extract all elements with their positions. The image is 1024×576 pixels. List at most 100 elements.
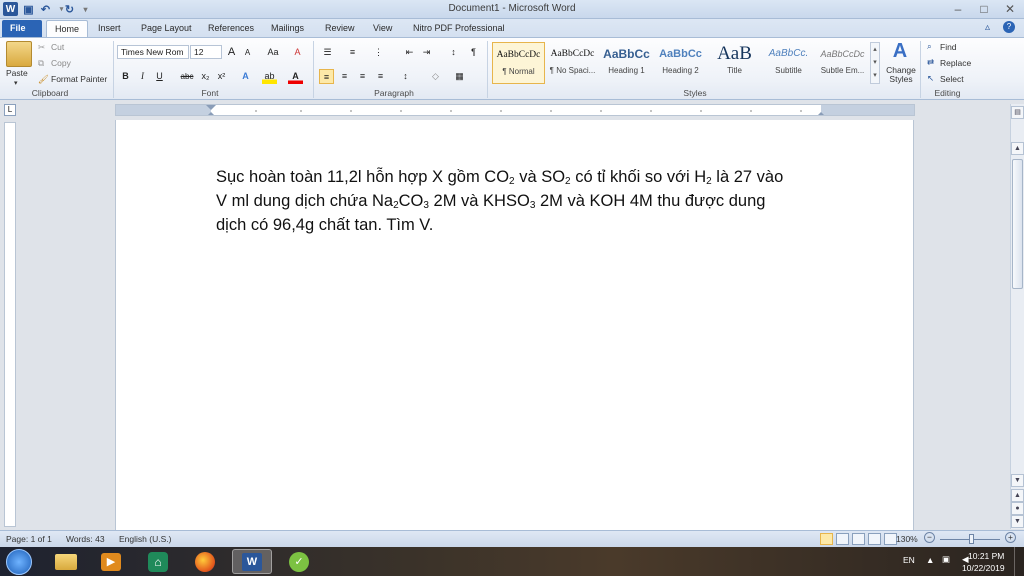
media-player-icon[interactable]: ▶ — [91, 549, 131, 574]
italic-button[interactable]: I — [135, 69, 150, 84]
firefox-icon[interactable] — [185, 549, 225, 574]
scroll-down-button[interactable]: ▼ — [1011, 474, 1024, 487]
tab-view[interactable]: View — [365, 20, 400, 37]
show-desktop-button[interactable] — [1014, 547, 1024, 576]
cut-button[interactable]: Cut — [51, 42, 64, 52]
zoom-slider-thumb[interactable] — [969, 534, 974, 544]
vertical-ruler[interactable] — [4, 122, 16, 527]
find-button[interactable]: Find — [940, 42, 957, 52]
clock-date[interactable]: 10/22/2019 — [962, 563, 1005, 573]
align-left-icon[interactable]: ≡ — [319, 69, 334, 84]
paste-dropdown-icon[interactable]: ▾ — [14, 79, 18, 87]
print-layout-icon[interactable] — [820, 533, 833, 545]
zoom-level[interactable]: 130% — [896, 534, 918, 544]
file-explorer-icon[interactable] — [46, 549, 86, 574]
grow-font-button[interactable]: A — [224, 45, 239, 60]
multilevel-list-icon[interactable]: ⋮ — [371, 45, 386, 60]
document-page[interactable]: Sục hoàn toàn 11,2l hỗn hợp X gồm CO2 và… — [115, 120, 914, 530]
sort-icon[interactable]: ↕ — [446, 45, 461, 60]
web-layout-icon[interactable] — [852, 533, 865, 545]
next-page-icon[interactable]: ▼ — [1011, 515, 1024, 528]
select-button[interactable]: Select — [940, 74, 964, 84]
find-icon[interactable]: ⌕ — [927, 41, 932, 52]
outline-icon[interactable] — [868, 533, 881, 545]
tab-home[interactable]: Home — [46, 20, 89, 37]
tab-insert[interactable]: Insert — [90, 20, 129, 37]
change-case-button[interactable]: Aa — [262, 45, 284, 60]
start-button[interactable] — [6, 549, 32, 575]
style-subtle-emphasis[interactable]: AaBbCcDc Subtle Em... — [816, 42, 869, 84]
close-button[interactable]: ✕ — [997, 0, 1023, 17]
align-center-icon[interactable]: ≡ — [337, 69, 352, 84]
bullets-icon[interactable]: ☰ — [320, 45, 335, 60]
font-name-box[interactable]: Times New Rom — [117, 45, 189, 59]
minimize-button[interactable]: – — [945, 0, 971, 17]
borders-icon[interactable]: ▦ — [452, 69, 467, 84]
zoom-out-button[interactable]: − — [924, 532, 935, 543]
scroll-up-button[interactable]: ▲ — [1011, 142, 1024, 155]
shrink-font-button[interactable]: A — [240, 45, 255, 60]
replace-button[interactable]: Replace — [940, 58, 971, 68]
numbering-icon[interactable]: ≡ — [345, 45, 360, 60]
cut-icon[interactable]: ✂ — [38, 42, 45, 53]
style-no-spacing[interactable]: AaBbCcDc ¶ No Spaci... — [546, 42, 599, 84]
decrease-indent-icon[interactable]: ⇤ — [402, 45, 417, 60]
select-icon[interactable]: ↖ — [927, 73, 934, 84]
horizontal-ruler[interactable] — [115, 104, 915, 116]
tab-selector[interactable]: L — [4, 104, 16, 116]
maximize-button[interactable]: □ — [971, 0, 997, 17]
zoom-in-button[interactable]: + — [1005, 532, 1016, 543]
justify-icon[interactable]: ≡ — [373, 69, 388, 84]
style-heading-1[interactable]: AaBbCc Heading 1 — [600, 42, 653, 84]
tab-page-layout[interactable]: Page Layout — [133, 20, 200, 37]
network-icon[interactable]: ▣ — [942, 554, 950, 565]
style-title[interactable]: AaB Title — [708, 42, 761, 84]
subscript-button[interactable]: x₂ — [198, 69, 213, 84]
ribbon-minimize-icon[interactable]: ▵ — [985, 22, 990, 33]
paste-button[interactable]: Paste — [6, 68, 28, 78]
tab-mailings[interactable]: Mailings — [263, 20, 312, 37]
replace-icon[interactable]: ⇄ — [927, 57, 934, 68]
language-indicator[interactable]: English (U.S.) — [119, 534, 171, 544]
format-painter-button[interactable]: Format Painter — [51, 74, 107, 84]
line-spacing-icon[interactable]: ↕ — [398, 69, 413, 84]
text-effects-icon[interactable]: A — [238, 69, 253, 84]
clock-time[interactable]: 10:21 PM — [968, 551, 1004, 561]
tab-references[interactable]: References — [200, 20, 262, 37]
highlight-color-icon[interactable]: ab — [262, 69, 277, 84]
align-right-icon[interactable]: ≡ — [355, 69, 370, 84]
app-icon-lime[interactable]: ✓ — [279, 549, 319, 574]
page-count[interactable]: Page: 1 of 1 — [6, 534, 52, 544]
word-taskbar-icon[interactable]: W — [232, 549, 272, 574]
previous-page-icon[interactable]: ▲ — [1011, 489, 1024, 502]
full-screen-reading-icon[interactable] — [836, 533, 849, 545]
styles-scroll[interactable]: ▴ ▾ ▾ — [870, 42, 880, 84]
style-normal[interactable]: AaBbCcDc ¶ Normal — [492, 42, 545, 84]
change-styles-icon[interactable]: A — [887, 40, 913, 63]
style-subtitle[interactable]: AaBbCc. Subtitle — [762, 42, 815, 84]
clear-formatting-button[interactable]: A — [290, 45, 305, 60]
help-icon[interactable]: ? — [1003, 21, 1015, 33]
font-color-icon[interactable]: A — [288, 69, 303, 84]
style-heading-2[interactable]: AaBbCc Heading 2 — [654, 42, 707, 84]
select-browse-object-icon[interactable]: ● — [1011, 502, 1024, 515]
underline-button[interactable]: U — [152, 69, 167, 84]
tab-review[interactable]: Review — [317, 20, 363, 37]
shading-icon[interactable]: ◇ — [428, 69, 443, 84]
tab-nitro-pdf[interactable]: Nitro PDF Professional — [405, 20, 513, 37]
language-tray[interactable]: EN — [903, 555, 915, 565]
copy-button[interactable]: Copy — [51, 58, 71, 68]
ruler-toggle-icon[interactable]: ▤ — [1011, 106, 1024, 119]
copy-icon[interactable]: ⧉ — [38, 58, 44, 69]
bold-button[interactable]: B — [118, 69, 133, 84]
strikethrough-button[interactable]: abc — [178, 69, 196, 84]
paste-icon[interactable] — [6, 41, 32, 67]
change-styles-button[interactable]: Change Styles — [884, 66, 918, 84]
format-painter-icon[interactable]: 🖌 — [38, 74, 49, 85]
app-icon-green[interactable]: ⌂ — [138, 549, 178, 574]
show-hide-button[interactable]: ¶ — [466, 45, 481, 60]
scroll-thumb[interactable] — [1012, 159, 1023, 289]
superscript-button[interactable]: x² — [214, 69, 229, 84]
tab-file[interactable]: File — [2, 20, 42, 37]
increase-indent-icon[interactable]: ⇥ — [419, 45, 434, 60]
